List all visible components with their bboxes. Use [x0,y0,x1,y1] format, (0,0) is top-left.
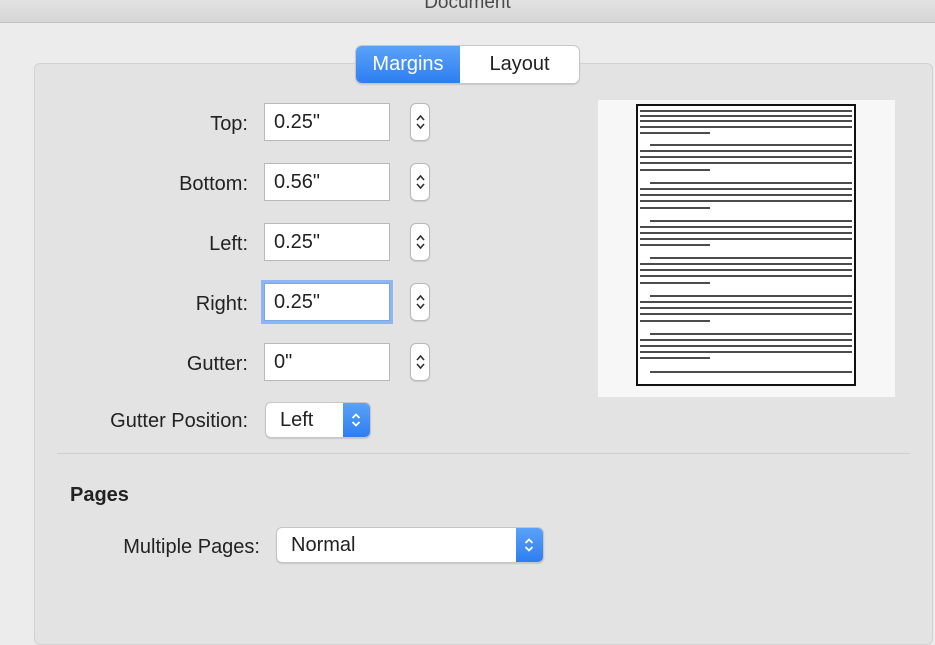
top-label: Top: [210,113,248,135]
up-down-arrows-icon [416,174,425,190]
page-preview [598,100,895,397]
gutter-label: Gutter: [186,353,248,375]
right-label: Right: [195,293,248,315]
gutter-position-popup[interactable]: Left [265,402,371,438]
tab-control: Margins Layout [355,45,580,84]
popup-caret [343,403,370,437]
gutter-position-value: Left [280,409,314,431]
top-stepper[interactable] [410,103,430,141]
top-margin-field[interactable]: 0.25" [264,103,390,141]
multiple-pages-value: Normal [291,534,356,556]
page-thumbnail [636,104,856,386]
bottom-margin-field[interactable]: 0.56" [264,163,390,201]
window-title: Document [424,0,511,13]
bottom-label: Bottom: [179,173,248,195]
left-label: Left: [209,233,248,255]
up-down-arrows-icon [416,294,425,310]
right-stepper[interactable] [410,283,430,321]
section-divider [57,453,910,454]
text-lines-graphic [640,110,852,373]
multiple-pages-popup[interactable]: Normal [276,527,544,563]
gutter-stepper[interactable] [410,343,430,381]
chevron-updown-icon [351,413,361,427]
gutter-field[interactable]: 0" [264,343,390,381]
pages-section-title: Pages [70,484,129,506]
multiple-pages-label: Multiple Pages: [123,536,260,558]
left-stepper[interactable] [410,223,430,261]
up-down-arrows-icon [416,354,425,370]
up-down-arrows-icon [416,114,425,130]
bottom-stepper[interactable] [410,163,430,201]
up-down-arrows-icon [416,234,425,250]
popup-caret [516,528,543,562]
chevron-updown-icon [524,538,534,552]
window-titlebar: Document [0,0,935,23]
tab-layout[interactable]: Layout [460,46,579,83]
left-margin-field[interactable]: 0.25" [264,223,390,261]
right-margin-field[interactable]: 0.25" [264,283,390,321]
gutter-position-label: Gutter Position: [110,410,248,432]
tab-margins[interactable]: Margins [356,46,460,83]
